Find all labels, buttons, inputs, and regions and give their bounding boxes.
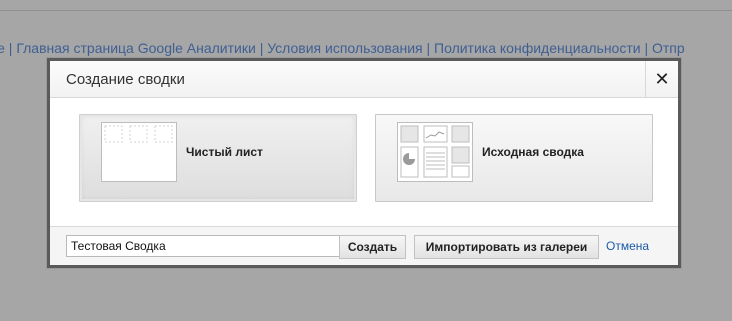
- import-from-gallery-button[interactable]: Импортировать из галереи: [414, 235, 599, 259]
- background-footer-link-4: Политика конфиденциальности: [434, 40, 641, 56]
- background-footer-links: le | Главная страница Google Аналитики |…: [0, 40, 685, 56]
- background-footer-separator: |: [426, 40, 431, 56]
- background-footer-separator: |: [259, 40, 264, 56]
- dialog-footer: Создать Импортировать из галереи Отмена: [50, 226, 678, 265]
- create-button-label: Создать: [347, 240, 398, 254]
- blank-canvas-label: Чистый лист: [186, 145, 263, 159]
- cancel-link[interactable]: Отмена: [606, 239, 649, 253]
- background-footer-separator: |: [644, 40, 649, 56]
- background-top-divider: [0, 10, 732, 11]
- blank-canvas-icon: [101, 122, 177, 182]
- starter-dashboard-icon: [397, 122, 473, 182]
- starter-dashboard-tile[interactable]: Исходная сводка: [375, 114, 653, 202]
- background-footer-link-5: Отпр: [652, 40, 685, 56]
- close-icon: ✕: [654, 68, 670, 89]
- background-footer-link-3: Условия использования: [267, 40, 423, 56]
- close-button[interactable]: ✕: [645, 61, 678, 97]
- dashboard-name-input[interactable]: [66, 235, 342, 257]
- starter-dashboard-label: Исходная сводка: [482, 145, 584, 159]
- dialog-title: Создание сводки: [66, 71, 185, 88]
- background-footer-link-2: Главная страница Google Аналитики: [16, 40, 256, 56]
- dialog-header: Создание сводки ✕: [50, 61, 678, 98]
- create-dashboard-dialog: Создание сводки ✕ Чистый лист Исходная с…: [47, 58, 681, 268]
- blank-canvas-tile[interactable]: Чистый лист: [79, 114, 357, 202]
- create-button[interactable]: Создать: [339, 235, 406, 259]
- import-from-gallery-label: Импортировать из галереи: [425, 240, 588, 254]
- background-footer-separator: |: [8, 40, 13, 56]
- dialog-body: Чистый лист Исходная сводка: [50, 98, 678, 227]
- background-footer-link-1: le: [0, 40, 5, 56]
